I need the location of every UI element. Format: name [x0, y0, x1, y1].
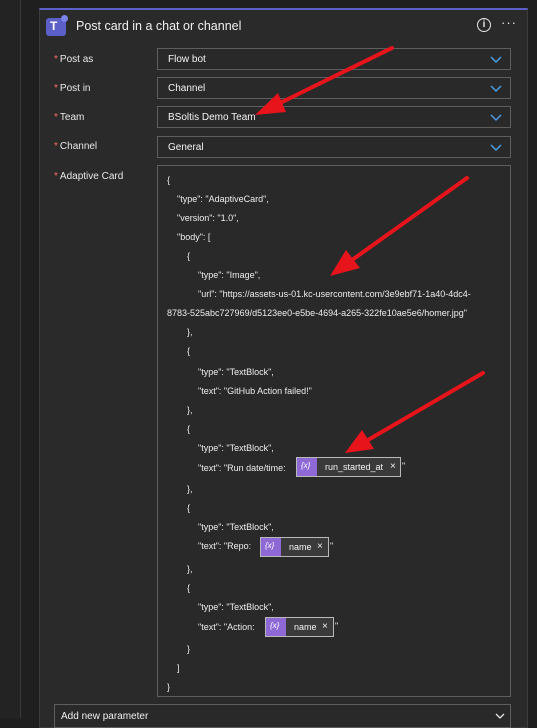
code-line: "text": "Action:: [198, 622, 255, 632]
post-in-label-text: Post in: [59, 83, 91, 94]
code-line: },: [187, 405, 193, 415]
teams-icon: [46, 15, 68, 36]
code-line: {: [187, 503, 191, 513]
left-panel-strip: [0, 0, 20, 718]
team-dropdown[interactable]: BSoltis Demo Team: [157, 106, 511, 128]
code-line: "version": "1.0",: [177, 213, 239, 223]
closing-quote: ": [335, 621, 339, 631]
chevron-down-icon: [495, 713, 505, 719]
channel-label: * Channel: [54, 141, 97, 152]
adaptive-card-label-text: Adaptive Card: [59, 171, 124, 182]
remove-token-icon[interactable]: ×: [390, 461, 396, 472]
token-action-name[interactable]: {x} name ×: [265, 617, 334, 637]
chevron-down-icon: [490, 85, 502, 93]
left-panel-divider: [20, 0, 21, 718]
channel-dropdown[interactable]: General: [157, 136, 511, 158]
add-new-parameter-label: Add new parameter: [61, 711, 149, 722]
token-repo-name[interactable]: {x} name ×: [260, 537, 329, 557]
code-line: "text": "Repo:: [198, 541, 252, 551]
expression-icon: {x}: [261, 538, 281, 556]
required-marker: *: [54, 171, 58, 182]
code-line: "type": "Image",: [198, 270, 261, 280]
card-header[interactable]: Post card in a chat or channel i ···: [40, 10, 527, 44]
team-label: * Team: [54, 112, 84, 123]
expression-icon: {x}: [297, 458, 317, 476]
token-label: name: [289, 542, 312, 552]
expression-icon-glyph: {x}: [265, 541, 275, 550]
info-icon[interactable]: i: [477, 18, 491, 32]
chevron-down-icon: [490, 56, 502, 64]
code-line: }: [167, 682, 171, 692]
post-as-label-text: Post as: [59, 54, 94, 65]
token-label: run_started_at: [325, 462, 384, 472]
post-in-label: * Post in: [54, 83, 90, 94]
card-title: Post card in a chat or channel: [76, 19, 242, 33]
token-run-started-at[interactable]: {x} run_started_at ×: [296, 457, 401, 477]
post-as-label: * Post as: [54, 54, 93, 65]
code-line: "type": "TextBlock",: [198, 443, 274, 453]
required-marker: *: [54, 54, 58, 65]
closing-quote: ": [330, 541, 334, 551]
team-label-text: Team: [59, 112, 85, 123]
code-line: },: [187, 564, 193, 574]
expression-icon-glyph: {x}: [270, 621, 280, 630]
expression-icon: {x}: [266, 618, 286, 636]
chevron-down-icon: [490, 144, 502, 152]
code-line: "type": "AdaptiveCard",: [177, 194, 269, 204]
code-line: 8783-525abc727969/d5123ee0-e5be-4694-a26…: [167, 308, 467, 318]
post-in-value: Channel: [168, 83, 206, 94]
closing-quote: ": [402, 461, 406, 471]
add-new-parameter-dropdown[interactable]: Add new parameter: [54, 704, 511, 728]
code-line: },: [187, 484, 193, 494]
post-in-dropdown[interactable]: Channel: [157, 77, 511, 99]
code-line: {: [187, 583, 191, 593]
post-as-value: Flow bot: [168, 54, 206, 65]
expression-icon-glyph: {x}: [301, 461, 311, 470]
action-card: Post card in a chat or channel i ··· *Po…: [39, 8, 528, 728]
required-marker: *: [54, 112, 58, 123]
token-label: name: [294, 622, 317, 632]
code-line: {: [187, 346, 191, 356]
code-line: "type": "TextBlock",: [198, 367, 274, 377]
code-line: "type": "TextBlock",: [198, 602, 274, 612]
remove-token-icon[interactable]: ×: [322, 621, 328, 632]
remove-token-icon[interactable]: ×: [317, 541, 323, 552]
code-line: "text": "Run date/time:: [198, 463, 286, 473]
code-line: {: [187, 424, 191, 434]
code-line: "body": [: [177, 232, 211, 242]
code-line: "text": "GitHub Action failed!": [198, 386, 312, 396]
channel-label-text: Channel: [59, 141, 98, 152]
code-line: {: [187, 251, 191, 261]
more-options-icon[interactable]: ···: [501, 15, 517, 30]
code-line: "type": "TextBlock",: [198, 522, 274, 532]
code-line: ]: [177, 663, 180, 673]
code-line: },: [187, 327, 193, 337]
team-value: BSoltis Demo Team: [168, 112, 256, 123]
channel-value: General: [168, 142, 204, 153]
required-marker: *: [54, 83, 58, 94]
code-line: {: [167, 175, 171, 185]
chevron-down-icon: [490, 114, 502, 122]
required-marker: *: [54, 141, 58, 152]
code-line: "url": "https://assets-us-01.kc-usercont…: [198, 289, 471, 299]
code-line: }: [187, 644, 191, 654]
adaptive-card-label: * Adaptive Card: [54, 171, 123, 182]
adaptive-card-editor[interactable]: { "type": "AdaptiveCard", "version": "1.…: [157, 165, 511, 697]
post-as-dropdown[interactable]: Flow bot: [157, 48, 511, 70]
